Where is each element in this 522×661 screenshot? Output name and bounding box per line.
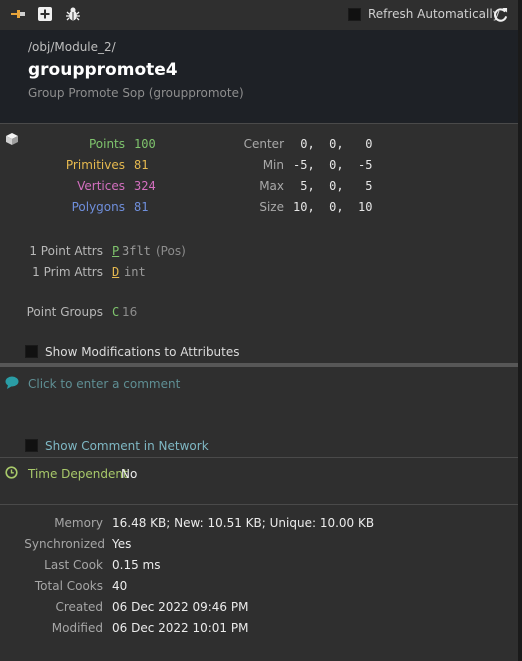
- comment-input[interactable]: Click to enter a comment: [28, 377, 180, 391]
- prim-attr-code[interactable]: D: [112, 265, 119, 279]
- polygons-label: Polygons: [71, 200, 125, 214]
- divider: [0, 457, 518, 458]
- point-attrs-label: 1 Point Attrs: [29, 244, 103, 258]
- point-attr-code[interactable]: P: [112, 244, 119, 258]
- pin-icon[interactable]: [10, 6, 26, 22]
- size-value: 10, 0, 10: [293, 200, 373, 214]
- point-groups-label: Point Groups: [26, 305, 103, 319]
- refresh-icon[interactable]: [493, 7, 508, 22]
- show-modifications-label: Show Modifications to Attributes: [45, 345, 240, 359]
- refresh-automatically-label: Refresh Automatically: [368, 7, 500, 21]
- max-value: 5, 0, 5: [293, 179, 373, 193]
- prim-attrs-label: 1 Prim Attrs: [32, 265, 103, 279]
- node-type-subtitle: Group Promote Sop (grouppromote): [28, 86, 244, 100]
- total-cooks-label: Total Cooks: [34, 579, 103, 593]
- synchronized-value: Yes: [112, 537, 132, 551]
- points-value: 100: [134, 137, 156, 151]
- size-label: Size: [259, 200, 284, 214]
- show-modifications-checkbox[interactable]: [25, 345, 38, 358]
- created-value: 06 Dec 2022 09:46 PM: [112, 600, 249, 614]
- created-label: Created: [55, 600, 104, 614]
- point-groups-count: 16: [122, 305, 138, 319]
- point-attr-name: (Pos): [156, 244, 186, 258]
- node-title: grouppromote4: [28, 60, 178, 80]
- min-label: Min: [262, 158, 284, 172]
- modified-value: 06 Dec 2022 10:01 PM: [112, 621, 249, 635]
- memory-label: Memory: [54, 516, 103, 530]
- center-label: Center: [243, 137, 284, 151]
- polygons-value: 81: [134, 200, 149, 214]
- vertices-label: Vertices: [77, 179, 125, 193]
- last-cook-value: 0.15 ms: [112, 558, 161, 572]
- show-comment-in-network-checkbox[interactable]: [25, 439, 38, 452]
- time-dependent-label: Time Dependent: [28, 467, 128, 481]
- divider: [0, 123, 518, 124]
- splitter[interactable]: [0, 363, 518, 367]
- total-cooks-value: 40: [112, 579, 128, 593]
- clock-icon: [5, 466, 18, 479]
- modified-label: Modified: [51, 621, 103, 635]
- node-path[interactable]: /obj/Module_2/: [28, 40, 116, 54]
- primitives-label: Primitives: [65, 158, 125, 172]
- toolbar: Refresh Automatically: [0, 0, 518, 30]
- bug-icon[interactable]: [65, 6, 81, 22]
- min-value: -5, 0, -5: [293, 158, 373, 172]
- last-cook-label: Last Cook: [44, 558, 103, 572]
- vertices-value: 324: [134, 179, 156, 193]
- show-comment-in-network-label: Show Comment in Network: [45, 439, 209, 453]
- points-label: Points: [88, 137, 125, 151]
- refresh-automatically-checkbox[interactable]: [348, 8, 361, 21]
- time-dependent-value: No: [121, 467, 138, 481]
- prim-attr-type: int: [124, 265, 146, 279]
- primitives-value: 81: [134, 158, 149, 172]
- center-value: 0, 0, 0: [293, 137, 373, 151]
- divider: [0, 504, 518, 505]
- panel-edge: [518, 0, 522, 661]
- comment-icon: [5, 376, 19, 389]
- max-label: Max: [259, 179, 284, 193]
- point-groups-code[interactable]: C: [112, 305, 119, 319]
- point-attr-type: 3flt: [122, 244, 151, 258]
- add-icon[interactable]: [37, 6, 53, 22]
- memory-value: 16.48 KB; New: 10.51 KB; Unique: 10.00 K…: [112, 516, 375, 530]
- synchronized-label: Synchronized: [24, 537, 105, 551]
